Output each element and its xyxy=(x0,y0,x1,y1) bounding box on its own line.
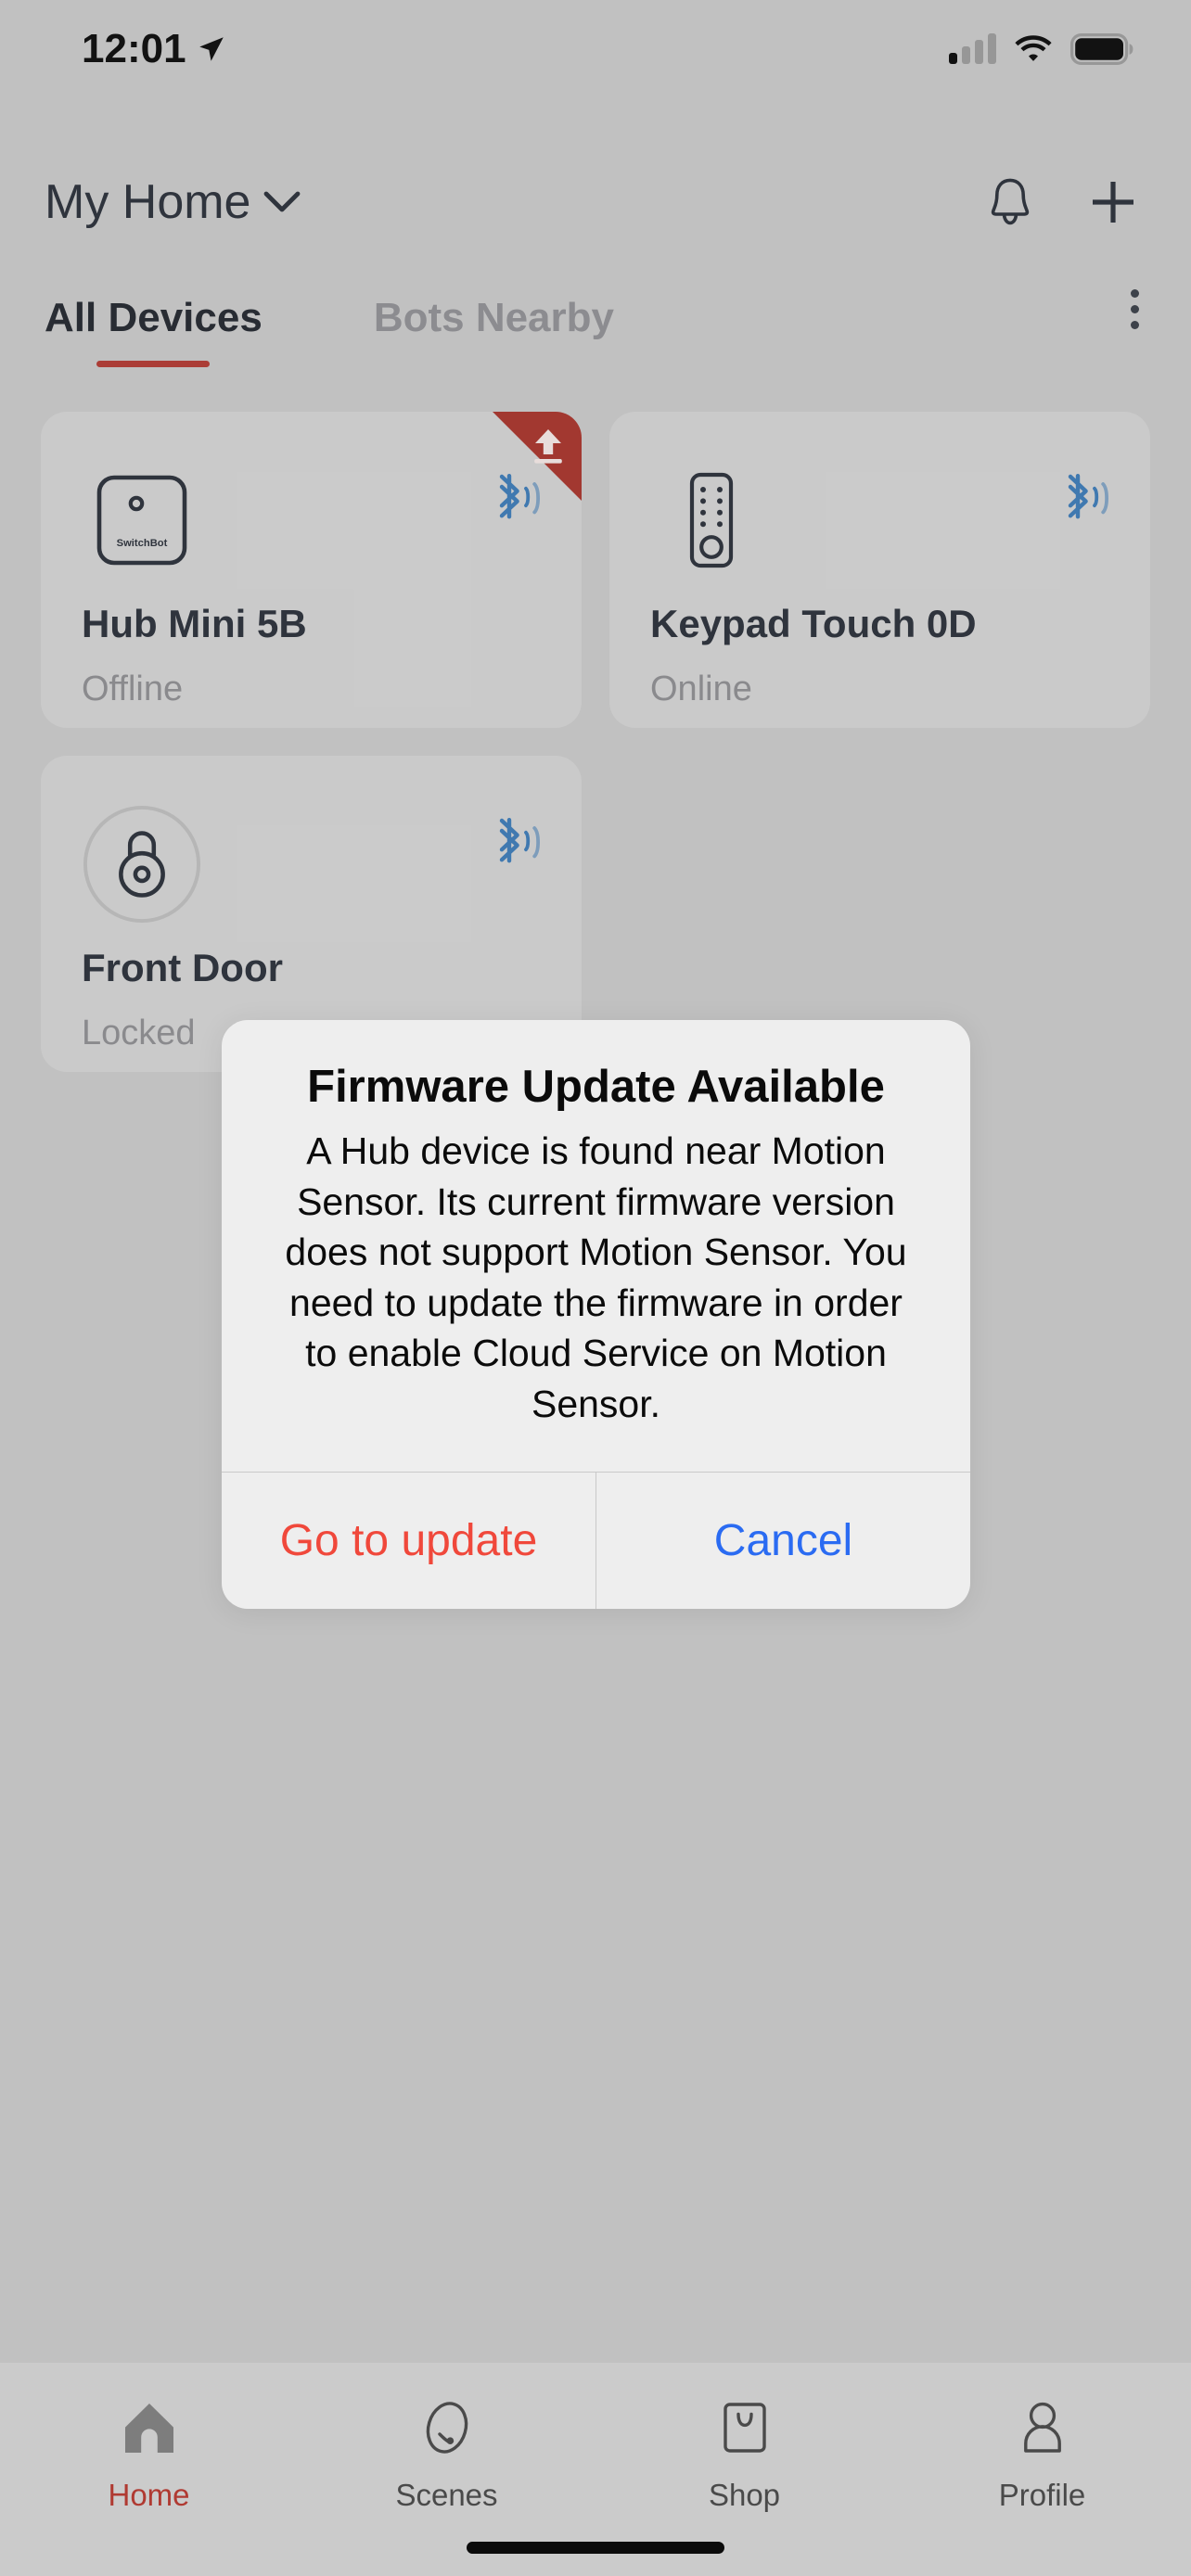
go-to-update-button[interactable]: Go to update xyxy=(222,1473,596,1609)
shop-bag-icon xyxy=(720,2394,770,2461)
nav-item-profile[interactable]: Profile xyxy=(893,2394,1191,2513)
person-icon xyxy=(1018,2394,1068,2461)
home-indicator xyxy=(467,2542,724,2554)
nav-label: Home xyxy=(108,2478,190,2512)
cancel-button[interactable]: Cancel xyxy=(596,1473,970,1610)
home-icon xyxy=(120,2394,179,2461)
nav-item-scenes[interactable]: Scenes xyxy=(298,2394,596,2513)
dialog-title: Firmware Update Available xyxy=(307,1062,885,1112)
firmware-update-dialog: Firmware Update Available A Hub device i… xyxy=(222,1020,970,1610)
dialog-body: Firmware Update Available A Hub device i… xyxy=(222,1020,970,1472)
nav-label: Shop xyxy=(708,2478,781,2512)
bottom-navigation-bar: Home Scenes Shop Profile xyxy=(0,2363,1191,2576)
nav-label: Scenes xyxy=(395,2478,498,2512)
nav-label: Profile xyxy=(998,2478,1086,2512)
nav-item-shop[interactable]: Shop xyxy=(596,2394,893,2513)
dialog-message: A Hub device is found near Motion Sensor… xyxy=(285,1129,907,1425)
scenes-icon xyxy=(418,2394,476,2461)
nav-item-home[interactable]: Home xyxy=(0,2394,298,2513)
phone-screen: 12:01 My Home All Devices Bots Nearby Sw… xyxy=(0,0,1191,2576)
dialog-actions: Go to update Cancel xyxy=(222,1472,970,1610)
